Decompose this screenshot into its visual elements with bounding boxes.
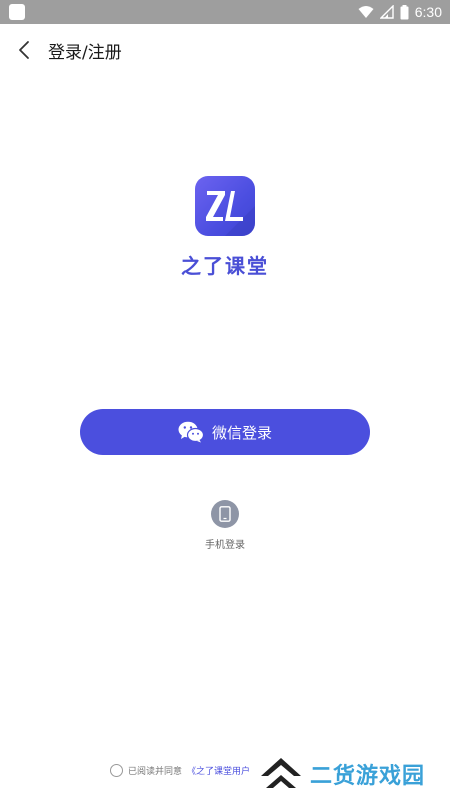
app-notification-icon [9,4,25,20]
wechat-login-button[interactable]: 微信登录 [80,409,370,455]
signal-icon [379,5,394,19]
app-name: 之了课堂 [181,254,269,278]
status-bar: 6:30 [0,0,450,24]
chevron-up-logo-icon [261,758,301,788]
phone-login-label: 手机登录 [205,540,245,551]
user-agreement-link[interactable]: 《之了课堂用户 [187,764,250,777]
back-button[interactable] [10,36,38,64]
zl-logo-icon [195,176,255,236]
wechat-login-label: 微信登录 [211,423,272,442]
status-icons: 6:30 [358,3,442,21]
app-bar: 登录/注册 [0,24,450,76]
chevron-left-icon [19,41,29,59]
phone-login-button[interactable]: 手机登录 [190,500,260,551]
agreement-prefix: 已阅读并同意 [128,766,183,777]
wechat-icon [178,421,204,443]
wifi-icon [358,6,374,18]
page-title: 登录/注册 [48,43,122,63]
status-time: 6:30 [414,4,442,20]
watermark: 二货游戏园 [258,752,425,796]
agree-checkbox[interactable] [110,763,123,777]
phone-icon [211,500,239,528]
battery-icon [400,4,409,19]
agreement-row: 已阅读并同意 《之了课堂用户 [110,762,250,778]
watermark-text: 二货游戏园 [310,764,426,789]
